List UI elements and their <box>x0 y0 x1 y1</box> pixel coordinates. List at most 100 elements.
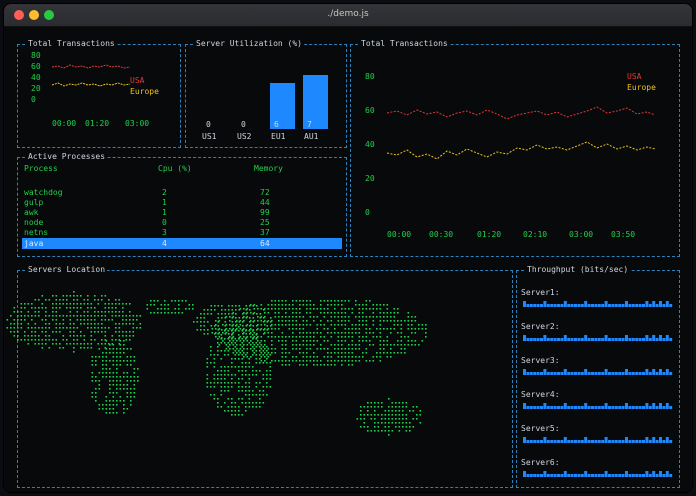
map-dot <box>393 344 396 346</box>
map-dot <box>102 356 104 358</box>
map-dot <box>48 339 51 341</box>
map-dot <box>358 344 361 346</box>
map-dot <box>227 350 230 352</box>
map-dot <box>224 354 226 356</box>
map-dot <box>255 350 258 352</box>
sparkline-bar <box>642 372 645 375</box>
map-dot <box>313 308 315 310</box>
map-dot <box>241 346 244 348</box>
map-dot <box>388 422 390 424</box>
map-dot <box>239 324 242 326</box>
map-dot <box>316 348 319 350</box>
sparkline-bar <box>557 304 560 307</box>
map-dot <box>257 336 259 338</box>
map-dot <box>229 320 231 322</box>
map-dot <box>98 404 101 406</box>
process-cpu: 3 <box>162 228 167 237</box>
sparkline-bar <box>662 440 666 443</box>
map-dot <box>252 374 254 376</box>
map-dot <box>299 300 301 302</box>
map-dot <box>59 307 61 309</box>
map-dot <box>398 406 401 408</box>
map-dot <box>101 323 103 325</box>
sparkline-bar <box>543 403 547 409</box>
map-dot <box>83 347 86 349</box>
map-dot <box>232 340 235 342</box>
map-dot <box>285 336 287 338</box>
map-dot <box>104 295 107 297</box>
map-dot <box>252 334 254 336</box>
map-dot <box>87 323 89 325</box>
map-dot <box>238 330 240 332</box>
map-dot <box>150 312 152 314</box>
map-dot <box>372 312 375 314</box>
map-dot <box>358 348 361 350</box>
map-dot <box>241 378 244 380</box>
sparkline-bar <box>577 372 581 375</box>
map-dot <box>358 312 361 314</box>
sparkline-bar <box>611 440 615 443</box>
map-dot <box>341 344 343 346</box>
map-dot <box>91 376 94 378</box>
sparkline-bar <box>533 338 537 341</box>
map-dot <box>52 303 54 305</box>
map-dot <box>393 324 396 326</box>
map-dot <box>288 360 291 362</box>
map-dot <box>38 299 40 301</box>
map-dot <box>405 422 408 424</box>
map-dot <box>365 348 368 350</box>
sparkline-bar <box>523 471 526 477</box>
map-dot <box>384 414 387 416</box>
map-dot <box>234 374 237 376</box>
map-dot <box>133 368 136 370</box>
map-dot <box>365 324 368 326</box>
tx-small-ytick: 60 <box>31 62 41 71</box>
map-dot <box>295 300 298 302</box>
map-dot <box>101 331 103 333</box>
map-dot <box>246 324 249 326</box>
map-dot <box>136 327 138 329</box>
map-dot <box>130 396 132 398</box>
map-dot <box>369 316 371 318</box>
map-dot <box>337 316 340 318</box>
map-dot <box>217 305 220 307</box>
map-dot <box>374 418 376 420</box>
map-dot <box>238 382 240 384</box>
map-dot <box>334 344 336 346</box>
sparkline-bar <box>601 474 605 477</box>
map-dot <box>116 384 118 386</box>
map-dot <box>369 344 371 346</box>
map-dot <box>267 348 270 350</box>
map-dot <box>38 335 40 337</box>
map-dot <box>374 422 376 424</box>
map-dot <box>407 336 410 338</box>
window-title: ./demo.js <box>327 9 369 19</box>
map-dot <box>207 329 209 331</box>
map-dot <box>38 315 40 317</box>
sparkline-bar <box>608 304 611 307</box>
sparkline-bar <box>540 338 543 341</box>
map-dot <box>98 372 101 374</box>
map-dot <box>259 358 261 360</box>
map-dot <box>388 418 390 420</box>
map-dot <box>285 312 287 314</box>
table-row-selected[interactable]: java 4 64 <box>22 238 342 249</box>
map-dot <box>104 331 107 333</box>
map-dot <box>129 335 131 337</box>
map-dot <box>125 323 128 325</box>
map-dot <box>118 311 121 313</box>
map-dot <box>383 344 385 346</box>
map-dot <box>397 332 399 334</box>
map-dot <box>285 304 287 306</box>
map-dot <box>306 344 308 346</box>
map-dot <box>377 414 380 416</box>
map-dot <box>200 313 202 315</box>
map-dot <box>253 304 256 306</box>
map-dot <box>249 317 251 319</box>
map-dot <box>116 372 118 374</box>
map-dot <box>381 406 383 408</box>
map-dot <box>229 324 231 326</box>
map-dot <box>302 336 305 338</box>
sparkline-bar <box>577 440 581 443</box>
map-dot <box>213 394 216 396</box>
